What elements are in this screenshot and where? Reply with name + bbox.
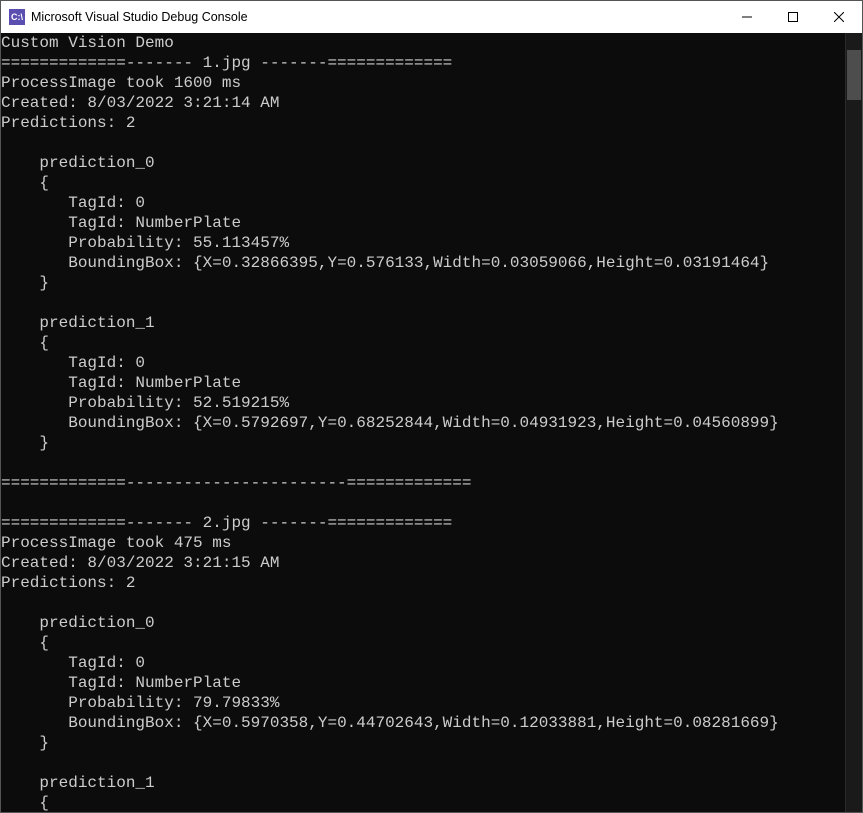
minimize-icon: [742, 12, 752, 22]
scrollbar-thumb[interactable]: [847, 50, 861, 100]
console-line: TagId: NumberPlate: [68, 214, 241, 232]
console-line: TagId: NumberPlate: [68, 674, 241, 692]
console-line: prediction_0: [39, 154, 154, 172]
console-line: TagId: 0: [68, 354, 145, 372]
console-line: prediction_1: [39, 314, 154, 332]
vertical-scrollbar[interactable]: [845, 33, 862, 812]
app-icon-text: C:\: [11, 12, 23, 22]
console-line: Probability: 55.113457%: [68, 234, 289, 252]
console-line: Probability: 79.79833%: [68, 694, 279, 712]
console-window: C:\ Microsoft Visual Studio Debug Consol…: [0, 0, 863, 813]
console-line: Predictions: 2: [1, 574, 135, 592]
console-line: TagId: NumberPlate: [68, 374, 241, 392]
window-title: Microsoft Visual Studio Debug Console: [31, 10, 724, 24]
console-line: =============------- 1.jpg -------======…: [1, 54, 452, 72]
close-button[interactable]: [816, 1, 862, 33]
close-icon: [834, 12, 844, 22]
console-client-area: Custom Vision Demo =============------- …: [1, 33, 862, 812]
title-bar[interactable]: C:\ Microsoft Visual Studio Debug Consol…: [1, 1, 862, 33]
console-line: =============-----------------------====…: [1, 474, 471, 492]
console-line: prediction_0: [39, 614, 154, 632]
app-icon: C:\: [9, 9, 25, 25]
console-line: =============------- 2.jpg -------======…: [1, 514, 452, 532]
console-line: TagId: 0: [68, 654, 145, 672]
console-line: Custom Vision Demo: [1, 34, 174, 52]
console-line: Predictions: 2: [1, 114, 135, 132]
console-line: TagId: 0: [68, 194, 145, 212]
console-line: prediction_1: [39, 774, 154, 792]
window-buttons: [724, 1, 862, 33]
console-line: BoundingBox: {X=0.32866395,Y=0.576133,Wi…: [68, 254, 769, 272]
maximize-button[interactable]: [770, 1, 816, 33]
minimize-button[interactable]: [724, 1, 770, 33]
maximize-icon: [788, 12, 798, 22]
console-line: BoundingBox: {X=0.5792697,Y=0.68252844,W…: [68, 414, 779, 432]
console-line: Created: 8/03/2022 3:21:14 AM: [1, 94, 279, 112]
console-output[interactable]: Custom Vision Demo =============------- …: [1, 33, 845, 812]
console-line: ProcessImage took 1600 ms: [1, 74, 241, 92]
console-line: Created: 8/03/2022 3:21:15 AM: [1, 554, 279, 572]
console-line: ProcessImage took 475 ms: [1, 534, 231, 552]
console-line: BoundingBox: {X=0.5970358,Y=0.44702643,W…: [68, 714, 779, 732]
console-line: Probability: 52.519215%: [68, 394, 289, 412]
